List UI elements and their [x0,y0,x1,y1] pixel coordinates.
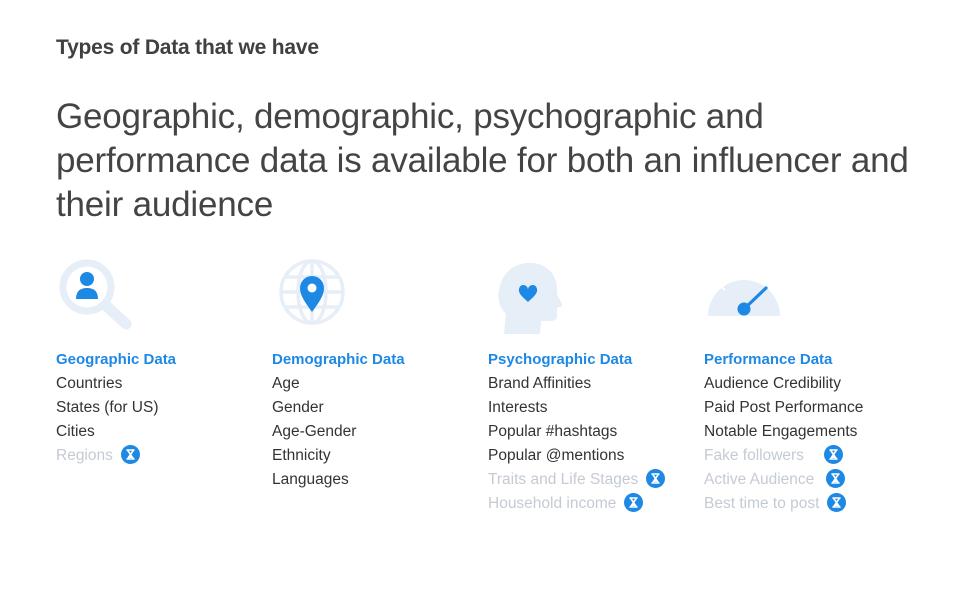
hourglass-icon [646,469,666,488]
list-item: Age [272,375,300,392]
list-item: Cities [56,423,95,440]
list-item-pending: Regions [56,444,266,468]
list-item: Popular #hashtags [488,423,618,440]
list-item: Interests [488,399,548,416]
person-search-icon [59,259,132,330]
demographic-column: Demographic Data Age Gender Age-Gender E… [272,258,482,492]
demographic-title: Demographic Data [272,351,405,368]
hourglass-icon [120,445,140,464]
list-item: Paid Post Performance [704,399,864,416]
hourglass-icon [624,493,644,512]
list-item-pending: Traits and Life Stages [488,468,698,492]
list-item: Countries [56,375,123,392]
speedometer-icon [708,272,780,316]
list-item: Popular @mentions [488,447,625,464]
performance-column: Performance Data Audience Credibility Pa… [704,258,914,516]
list-item: Ethnicity [272,447,331,464]
psychographic-column: Psychographic Data Brand Affinities Inte… [488,258,698,516]
list-item: Gender [272,399,324,416]
hourglass-icon [823,445,843,464]
list-item-pending: Active Audience [704,468,914,492]
section-kicker: Types of Data that we have [56,36,319,59]
psychographic-title: Psychographic Data [488,351,633,368]
performance-title: Performance Data [704,351,833,368]
list-item: Audience Credibility [704,375,841,392]
list-item: Age-Gender [272,423,357,440]
head-heart-icon [498,262,563,334]
globe-pin-icon [279,259,345,325]
geographic-column: Geographic Data Countries States (for US… [56,258,266,468]
list-item-pending: Fake followers [704,444,914,468]
hourglass-icon [827,493,847,512]
list-item-pending: Best time to post [704,492,914,516]
list-item-pending: Household income [488,492,698,516]
list-item: Notable Engagements [704,423,858,440]
list-item: Brand Affinities [488,375,592,392]
hourglass-icon [826,469,846,488]
list-item: States (for US) [56,399,159,416]
list-item: Languages [272,471,349,488]
geographic-title: Geographic Data [56,351,177,368]
page-headline: Geographic, demographic, psychographic a… [56,97,909,224]
